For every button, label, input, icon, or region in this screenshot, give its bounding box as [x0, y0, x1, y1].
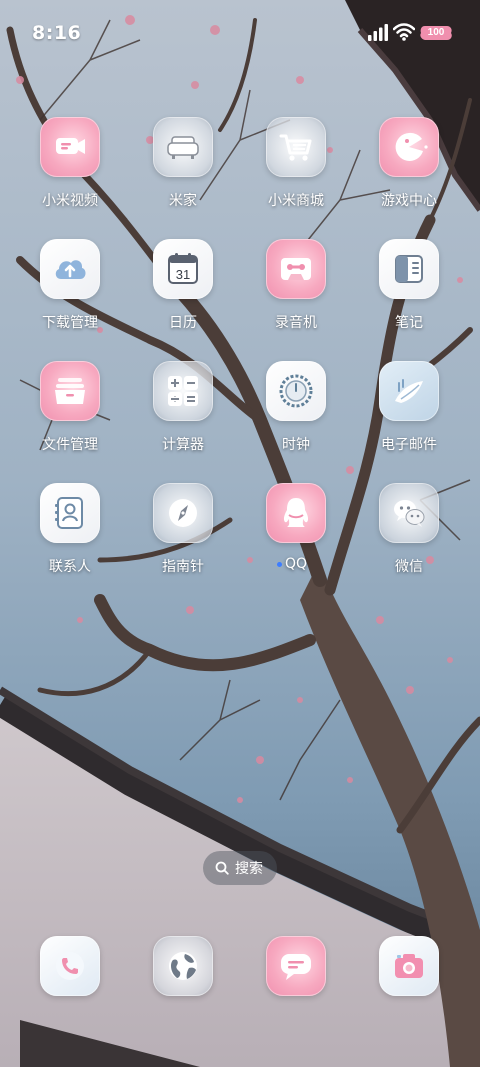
- app-label: 指南针: [162, 559, 204, 575]
- qq-icon: [283, 498, 309, 527]
- contacts-icon: [55, 497, 83, 529]
- app-tile: [153, 483, 213, 543]
- app-tile: [153, 117, 213, 177]
- camera-icon: [395, 954, 423, 978]
- app-tile: [40, 117, 100, 177]
- browser-globe-icon: [169, 952, 197, 980]
- app-tile: [379, 483, 439, 543]
- app-tile: [379, 239, 439, 299]
- app-compass[interactable]: 指南针: [129, 483, 237, 593]
- battery-icon: 100: [419, 22, 453, 44]
- app-label: 下载管理: [42, 315, 98, 331]
- download-cloud-icon: [55, 260, 86, 279]
- battery-level: 100: [427, 27, 445, 38]
- folder-icon: [55, 378, 85, 404]
- calendar-icon: 31: [168, 253, 198, 284]
- app-tile: [266, 483, 326, 543]
- app-tile: [40, 239, 100, 299]
- app-label: 小米视频: [42, 193, 98, 209]
- app-label: QQ: [284, 556, 308, 572]
- clock-icon: [279, 374, 313, 408]
- app-label: 文件管理: [42, 437, 98, 453]
- status-bar: 8:16 100: [0, 0, 480, 64]
- app-label: 录音机: [275, 315, 317, 331]
- app-label: 小米商城: [268, 193, 324, 209]
- app-tile: [40, 361, 100, 421]
- status-time: 8:16: [32, 22, 82, 44]
- app-label: 时钟: [282, 437, 310, 453]
- app-tile: [266, 239, 326, 299]
- app-label: 电子邮件: [381, 437, 437, 453]
- wifi-icon: [393, 23, 415, 41]
- app-label: 日历: [169, 315, 197, 331]
- app-clock[interactable]: 时钟: [242, 361, 350, 471]
- app-tile: [379, 117, 439, 177]
- app-tile: [266, 936, 326, 996]
- compass-icon: [169, 499, 197, 527]
- cassette-icon: [281, 258, 311, 280]
- phone-icon: [56, 952, 84, 980]
- app-label: 联系人: [49, 559, 91, 575]
- dock-camera[interactable]: [379, 936, 439, 996]
- app-label: 笔记: [395, 315, 423, 331]
- app-mijia[interactable]: 米家: [129, 117, 237, 227]
- mail-icon: [395, 379, 423, 403]
- app-email[interactable]: 电子邮件: [355, 361, 463, 471]
- cart-icon: [279, 134, 312, 161]
- notes-icon: [395, 255, 423, 283]
- search-button[interactable]: 搜索: [203, 851, 277, 885]
- app-calculator[interactable]: 计算器: [129, 361, 237, 471]
- sofa-icon: [167, 136, 199, 159]
- dock-browser[interactable]: [153, 936, 213, 996]
- app-qq[interactable]: QQ: [242, 483, 350, 593]
- app-tile: [153, 936, 213, 996]
- app-game-center[interactable]: 游戏中心: [355, 117, 463, 227]
- signal-icon: [368, 24, 388, 41]
- app-file-manager[interactable]: 文件管理: [16, 361, 124, 471]
- app-tile: [40, 483, 100, 543]
- app-notes[interactable]: 笔记: [355, 239, 463, 349]
- calendar-date: 31: [176, 267, 190, 282]
- app-label: 米家: [169, 193, 197, 209]
- app-tile: 31: [153, 239, 213, 299]
- app-mi-store[interactable]: 小米商城: [242, 117, 350, 227]
- dock-phone[interactable]: [40, 936, 100, 996]
- messages-icon: [281, 954, 311, 980]
- search-icon: [215, 861, 229, 875]
- app-download-manager[interactable]: 下载管理: [16, 239, 124, 349]
- app-wechat[interactable]: 微信: [355, 483, 463, 593]
- app-label: 游戏中心: [381, 193, 437, 209]
- wechat-icon: [394, 500, 425, 527]
- app-tile: [379, 361, 439, 421]
- app-calendar[interactable]: 31 日历: [129, 239, 237, 349]
- app-contacts[interactable]: 联系人: [16, 483, 124, 593]
- app-mi-video[interactable]: 小米视频: [16, 117, 124, 227]
- dock-messages[interactable]: [266, 936, 326, 996]
- app-recorder[interactable]: 录音机: [242, 239, 350, 349]
- app-label: 微信: [395, 559, 423, 575]
- app-tile: [40, 936, 100, 996]
- game-icon: [395, 132, 428, 161]
- calculator-icon: [168, 376, 198, 406]
- app-tile: [153, 361, 213, 421]
- app-tile: [266, 117, 326, 177]
- search-label: 搜索: [235, 861, 263, 877]
- app-tile: [379, 936, 439, 996]
- app-label: 计算器: [162, 437, 204, 453]
- video-icon: [56, 138, 85, 154]
- app-tile: [266, 361, 326, 421]
